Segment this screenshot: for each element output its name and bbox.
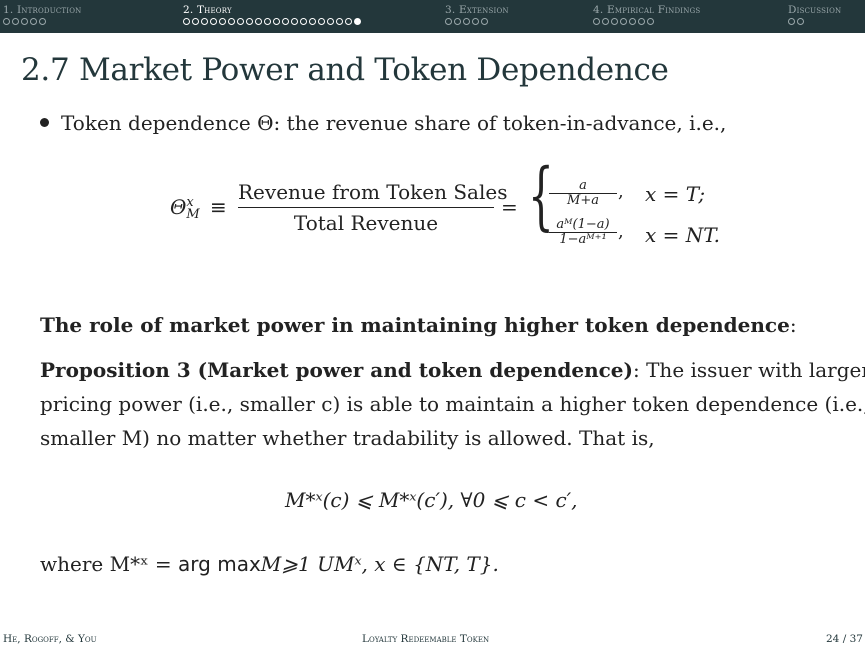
where-argmax: arg max <box>178 552 261 576</box>
formula-case1-fraction: a M+a <box>549 179 617 208</box>
nav-slide-dots <box>183 18 361 25</box>
section-navigation-bar: 1. Introduction 2. Theory 3. Extension 4… <box>0 0 865 33</box>
footer-title: Loyalty Redeemable Token <box>362 633 490 645</box>
nav-slide-dot[interactable] <box>797 18 804 25</box>
nav-slide-dot[interactable] <box>228 18 235 25</box>
formula-equiv: ≡ <box>210 195 227 219</box>
formula-case2-condition: x = NT. <box>645 223 721 247</box>
formula-numerator: Revenue from Token Sales <box>238 180 507 208</box>
nav-slide-dot[interactable] <box>300 18 307 25</box>
nav-slide-dot[interactable] <box>788 18 795 25</box>
proposition-line1: : The issuer with larger <box>633 358 865 382</box>
nav-slide-dot[interactable] <box>454 18 461 25</box>
nav-slide-dot[interactable] <box>611 18 618 25</box>
formula-denominator: Total Revenue <box>293 211 439 235</box>
nav-slide-dot[interactable] <box>327 18 334 25</box>
nav-section-label: 2. Theory <box>183 4 232 16</box>
nav-slide-dot[interactable] <box>620 18 627 25</box>
nav-slide-dot[interactable] <box>237 18 244 25</box>
nav-slide-dot[interactable] <box>318 18 325 25</box>
footer-page-number: 24 / 37 <box>826 633 863 645</box>
nav-slide-dot[interactable] <box>472 18 479 25</box>
nav-section-theory[interactable]: 2. Theory <box>183 4 361 25</box>
bullet-icon <box>40 118 49 127</box>
bullet-text: Token dependence Θ: the revenue share of… <box>61 111 727 135</box>
formula-case1-condition: x = T; <box>645 182 706 206</box>
nav-slide-dot[interactable] <box>273 18 280 25</box>
comparative-statics-formula: M*ˣ(c) ⩽ M*ˣ(c′), ∀0 ⩽ c < c′, <box>285 488 578 512</box>
case1-numerator: a <box>549 179 617 194</box>
bullet-item: Token dependence Θ: the revenue share of… <box>40 111 726 135</box>
role-heading: The role of market power in maintaining … <box>40 308 797 342</box>
formula-lhs: ΘxM <box>170 195 200 221</box>
nav-slide-dot[interactable] <box>336 18 343 25</box>
nav-slide-dots <box>593 18 700 25</box>
slide-title: 2.7 Market Power and Token Dependence <box>21 52 669 88</box>
formula-fraction: Revenue from Token Sales Total Revenue <box>238 180 507 235</box>
nav-section-discussion[interactable]: Discussion <box>788 4 841 25</box>
proposition-3: Proposition 3 (Market power and token de… <box>40 353 865 455</box>
nav-section-label: 3. Extension <box>445 4 509 16</box>
case1-comma: , <box>618 181 624 202</box>
nav-slide-dot[interactable] <box>192 18 199 25</box>
nav-slide-dot[interactable] <box>354 18 361 25</box>
nav-section-label: Discussion <box>788 4 842 16</box>
nav-slide-dot[interactable] <box>629 18 636 25</box>
token-dependence-formula: ΘxM ≡ Revenue from Token Sales Total Rev… <box>170 159 730 265</box>
nav-slide-dot[interactable] <box>39 18 46 25</box>
nav-slide-dot[interactable] <box>3 18 10 25</box>
case2-denominator: 1−aᴹ⁺¹ <box>559 232 607 247</box>
where-prefix: where M*ˣ = <box>40 552 179 576</box>
nav-slide-dot[interactable] <box>638 18 645 25</box>
nav-section-introduction[interactable]: 1. Introduction <box>3 4 81 25</box>
case2-numerator: aᴹ(1−a) <box>549 218 617 233</box>
formula-lhs-base: Θ <box>170 195 187 219</box>
case2-comma: , <box>618 221 624 242</box>
nav-slide-dot[interactable] <box>291 18 298 25</box>
nav-slide-dot[interactable] <box>210 18 217 25</box>
nav-slide-dot[interactable] <box>463 18 470 25</box>
where-rest: M⩾1 UMˣ, x ∈ {NT, T}. <box>260 552 499 576</box>
case1-denominator: M+a <box>567 193 599 208</box>
nav-section-label: 4. Empirical Findings <box>593 4 701 16</box>
nav-slide-dots <box>445 18 509 25</box>
proposition-line2: pricing power (i.e., smaller c) is able … <box>40 392 865 416</box>
nav-slide-dots <box>788 18 841 25</box>
nav-slide-dot[interactable] <box>183 18 190 25</box>
nav-slide-dot[interactable] <box>30 18 37 25</box>
nav-slide-dot[interactable] <box>602 18 609 25</box>
proposition-label: Proposition 3 (Market power and token de… <box>40 358 633 382</box>
nav-slide-dot[interactable] <box>282 18 289 25</box>
nav-slide-dot[interactable] <box>264 18 271 25</box>
nav-slide-dots <box>3 18 81 25</box>
nav-slide-dot[interactable] <box>445 18 452 25</box>
nav-section-extension[interactable]: 3. Extension <box>445 4 509 25</box>
nav-section-label: 1. Introduction <box>3 4 82 16</box>
proposition-line3: smaller M) no matter whether tradability… <box>40 426 655 450</box>
formula-equals: = <box>501 195 518 219</box>
nav-slide-dot[interactable] <box>201 18 208 25</box>
nav-slide-dot[interactable] <box>309 18 316 25</box>
nav-section-empirical-findings[interactable]: 4. Empirical Findings <box>593 4 700 25</box>
footer-authors: He, Rogoff, & You <box>3 633 97 645</box>
nav-slide-dot[interactable] <box>647 18 654 25</box>
role-heading-colon: : <box>789 313 797 337</box>
formula-lhs-sub: M <box>186 206 200 222</box>
role-heading-text: The role of market power in maintaining … <box>40 313 790 337</box>
where-definition: where M*ˣ = arg maxM⩾1 UMˣ, x ∈ {NT, T}. <box>40 552 499 576</box>
nav-slide-dot[interactable] <box>21 18 28 25</box>
nav-slide-dot[interactable] <box>481 18 488 25</box>
nav-slide-dot[interactable] <box>12 18 19 25</box>
nav-slide-dot[interactable] <box>593 18 600 25</box>
nav-slide-dot[interactable] <box>219 18 226 25</box>
nav-slide-dot[interactable] <box>255 18 262 25</box>
nav-slide-dot[interactable] <box>345 18 352 25</box>
formula-case2-fraction: aᴹ(1−a) 1−aᴹ⁺¹ <box>549 218 617 247</box>
nav-slide-dot[interactable] <box>246 18 253 25</box>
